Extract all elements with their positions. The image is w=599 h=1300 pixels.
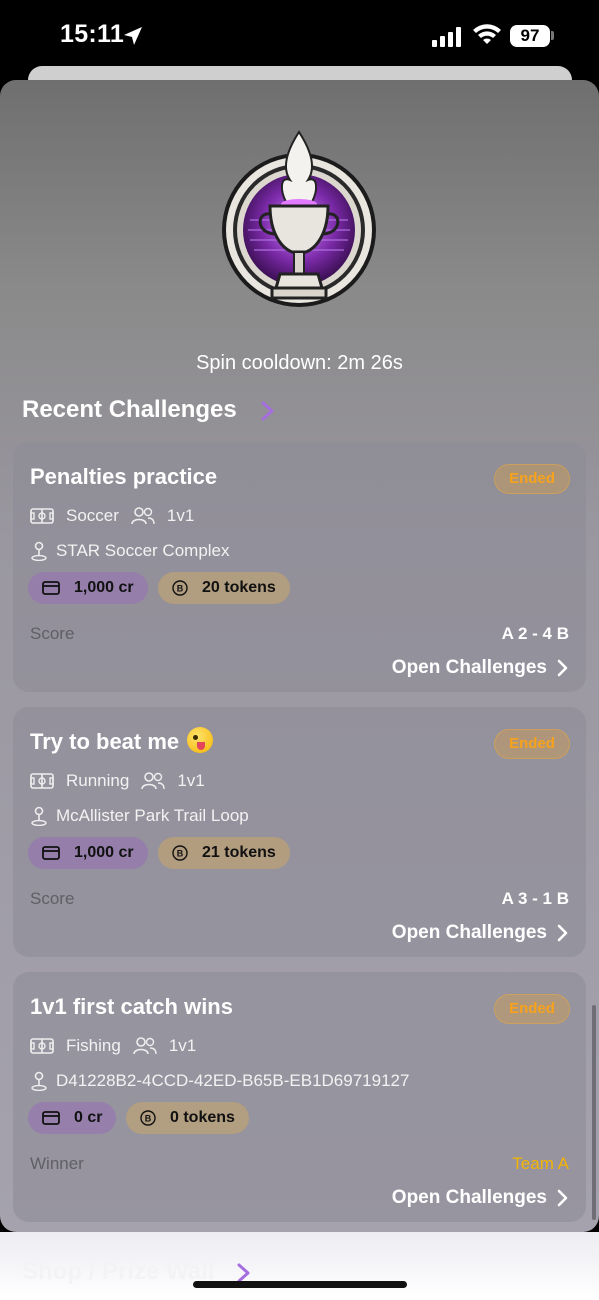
open-challenges-link[interactable]: Open Challenges (392, 922, 569, 944)
credit-card-icon (42, 1111, 60, 1125)
open-challenges-label: Open Challenges (391, 1187, 547, 1208)
map-pin-icon (31, 541, 47, 561)
credits-pill: 0 cr (28, 1102, 117, 1134)
svg-text:B: B (145, 1114, 152, 1124)
wifi-icon (473, 24, 501, 44)
winking-tongue-emoji-icon (187, 727, 214, 754)
sport-label: Fishing (66, 1036, 121, 1055)
token-coin-icon: B (140, 1110, 156, 1126)
credits-pill: 1,000 cr (28, 572, 148, 604)
status-badge: Ended (494, 994, 570, 1024)
challenge-card[interactable]: Try to beat me Ended Running 1v1 McAllis… (13, 707, 586, 957)
location-row: McAllister Park Trail Loop (30, 805, 249, 827)
challenge-card[interactable]: Penalties practice Ended Soccer 1v1 STAR… (13, 442, 586, 692)
map-pin-icon (31, 1071, 47, 1091)
chevron-right-icon (557, 659, 568, 677)
open-challenges-link[interactable]: Open Challenges (392, 657, 569, 679)
credit-card-icon (42, 846, 60, 860)
rewards-sheet[interactable]: Spin cooldown: 2m 26s Recent Challenges … (0, 80, 599, 1232)
shop-heading[interactable]: Shop / Prize Wall (22, 1258, 214, 1286)
tokens-value: 0 tokens (170, 1109, 235, 1126)
map-pin-icon (31, 806, 47, 826)
score-value: A 3 - 1 B (501, 889, 569, 908)
open-challenges-label: Open Challenges (391, 657, 547, 678)
sport-label: Soccer (66, 506, 119, 525)
people-icon (131, 507, 155, 525)
challenge-meta: Fishing 1v1 (30, 1035, 196, 1057)
credits-value: 1,000 cr (74, 579, 134, 596)
location-label: D41228B2-4CCD-42ED-B65B-EB1D69719127 (56, 1071, 410, 1090)
tokens-value: 20 tokens (202, 579, 276, 596)
tokens-pill: B 20 tokens (158, 572, 290, 604)
sport-label: Running (66, 771, 130, 790)
trophy-icon (222, 130, 376, 307)
format-label: 1v1 (166, 506, 195, 525)
challenge-title: 1v1 first catch wins (30, 994, 233, 1019)
prize-wheel[interactable] (220, 130, 378, 312)
location-label: STAR Soccer Complex (56, 541, 230, 560)
credits-value: 0 cr (74, 1109, 103, 1126)
score-value: A 2 - 4 B (501, 624, 569, 643)
tokens-pill: B 0 tokens (126, 1102, 249, 1134)
people-icon (133, 1037, 157, 1055)
svg-text:B: B (177, 584, 184, 594)
battery-indicator: 97 (510, 25, 550, 47)
recent-challenges-heading[interactable]: Recent Challenges (22, 396, 237, 424)
credits-value: 1,000 cr (74, 844, 134, 861)
winner-value: Team A (512, 1154, 569, 1173)
challenge-card[interactable]: 1v1 first catch wins Ended Fishing 1v1 D… (13, 972, 586, 1222)
home-indicator[interactable] (193, 1281, 407, 1288)
status-badge: Ended (494, 729, 570, 759)
status-time: 15:11 (60, 20, 125, 48)
field-icon (30, 773, 54, 789)
location-row: D41228B2-4CCD-42ED-B65B-EB1D69719127 (30, 1070, 409, 1092)
status-bar: 15:11 97 (0, 0, 599, 72)
location-label: McAllister Park Trail Loop (56, 806, 249, 825)
tokens-value: 21 tokens (202, 844, 276, 861)
format-label: 1v1 (168, 1036, 197, 1055)
tokens-pill: B 21 tokens (158, 837, 290, 869)
format-label: 1v1 (177, 771, 205, 790)
credits-pill: 1,000 cr (28, 837, 148, 869)
battery-nub (551, 31, 554, 40)
challenge-title: Penalties practice (30, 464, 218, 489)
spin-cooldown-text: Spin cooldown: 2m 26s (196, 352, 403, 374)
svg-text:B: B (177, 849, 184, 859)
winner-label: Winner (30, 1154, 84, 1173)
challenge-title: Try to beat me (30, 727, 214, 756)
chevron-right-icon (557, 924, 568, 942)
score-label: Score (30, 889, 75, 908)
status-badge: Ended (494, 464, 570, 494)
open-challenges-label: Open Challenges (391, 922, 547, 943)
scrollbar[interactable] (592, 1005, 596, 1220)
chevron-right-icon (557, 1189, 568, 1207)
location-arrow-icon (124, 27, 142, 45)
challenge-meta: Soccer 1v1 (30, 505, 194, 527)
field-icon (30, 1038, 54, 1054)
cellular-signal-icon (432, 27, 461, 47)
people-icon (141, 772, 166, 790)
location-row: STAR Soccer Complex (30, 540, 230, 562)
token-coin-icon: B (172, 580, 188, 596)
open-challenges-link[interactable]: Open Challenges (392, 1187, 569, 1209)
token-coin-icon: B (172, 845, 188, 861)
challenge-meta: Running 1v1 (30, 770, 205, 792)
score-label: Score (30, 624, 75, 643)
chevron-right-icon[interactable] (260, 400, 276, 422)
field-icon (30, 508, 54, 524)
credit-card-icon (42, 581, 60, 595)
